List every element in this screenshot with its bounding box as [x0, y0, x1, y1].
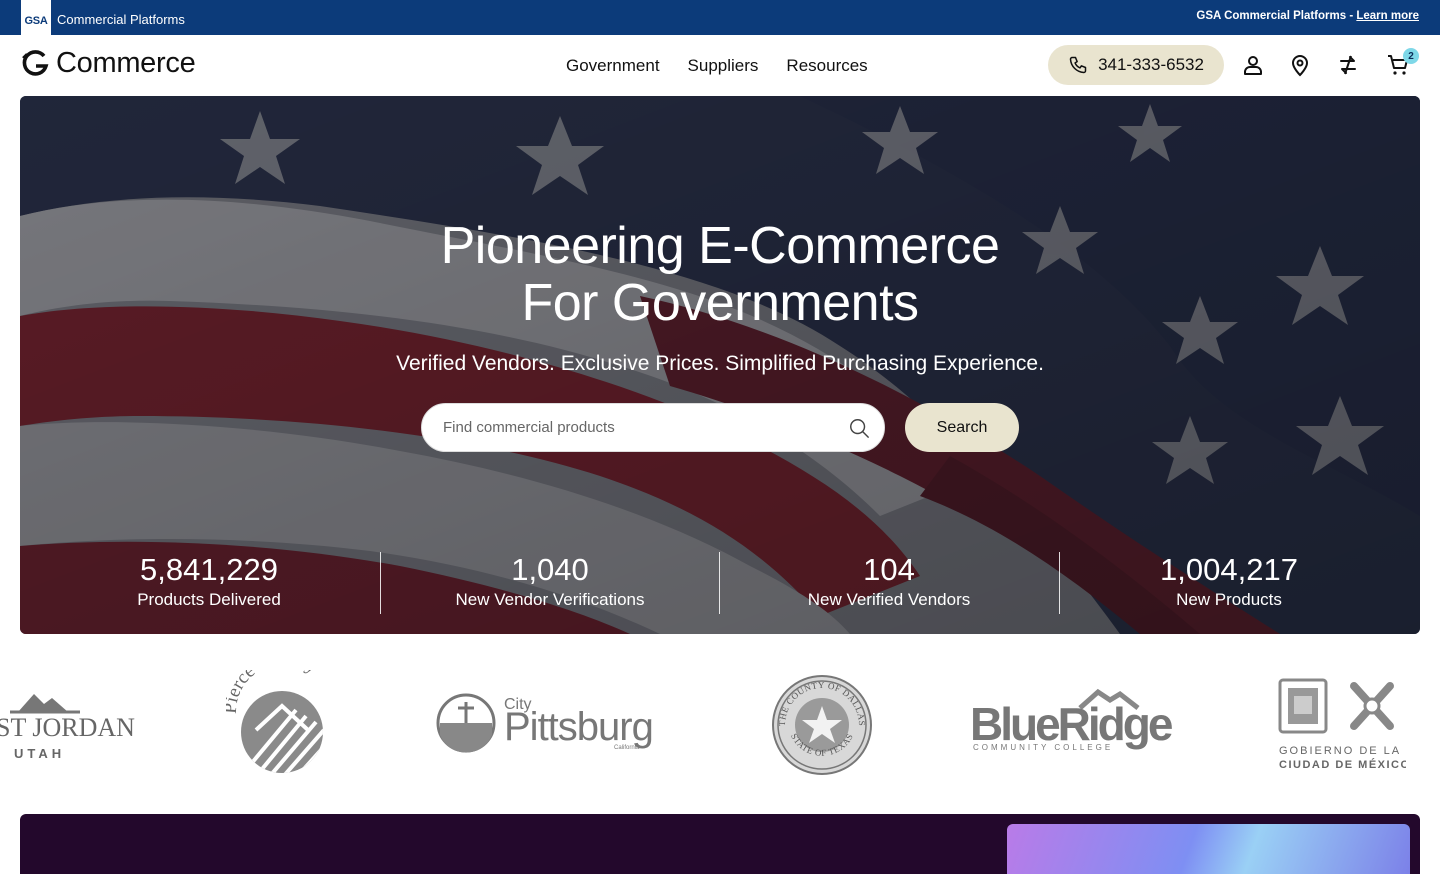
- cart-count-badge: 2: [1403, 48, 1419, 64]
- cdmx-logo: GOBIERNO DE LA CIUDAD DE MÉXICO: [1278, 678, 1406, 771]
- user-icon[interactable]: [1241, 53, 1265, 77]
- gsa-logo[interactable]: GSA: [21, 0, 51, 35]
- nav-government[interactable]: Government: [552, 56, 674, 76]
- g-logo-icon: [22, 49, 49, 76]
- stat-value: 104: [863, 552, 915, 587]
- search-input[interactable]: [443, 419, 833, 436]
- search-box[interactable]: [421, 403, 885, 452]
- search-button[interactable]: Search: [905, 403, 1019, 452]
- west-jordan-logo: ST JORDAN UTAH: [0, 694, 135, 761]
- cdmx-line2: CIUDAD DE MÉXICO: [1279, 758, 1406, 771]
- pittsburg-name: Pittsburg: [504, 705, 653, 749]
- stat-products-delivered: 5,841,229 Products Delivered: [39, 552, 379, 612]
- cdmx-line1: GOBIERNO DE LA: [1279, 745, 1401, 757]
- phone-number: 341-333-6532: [1098, 55, 1204, 74]
- phone-icon: [1069, 56, 1087, 74]
- customer-logos-strip: ST JORDAN UTAH Pierce County City Pittsb…: [0, 664, 1440, 784]
- gsa-top-bar: GSA Commercial Platforms GSA Commercial …: [0, 0, 1440, 35]
- stat-label: New Vendor Verifications: [455, 590, 645, 609]
- hero-title-line2: For Governments: [521, 274, 919, 332]
- nav-resources[interactable]: Resources: [772, 56, 881, 76]
- gsa-platform-name: Commercial Platforms: [57, 11, 185, 27]
- brand-logo[interactable]: Commerce: [20, 47, 196, 80]
- learn-more-link[interactable]: Learn more: [1356, 10, 1419, 22]
- west-jordan-state: UTAH: [14, 746, 65, 761]
- stat-new-vendor-verifications: 1,040 New Vendor Verifications: [380, 552, 720, 612]
- stat-new-verified-vendors: 104 New Verified Vendors: [719, 552, 1059, 612]
- west-jordan-name: ST JORDAN: [0, 713, 135, 742]
- dallas-county-seal: THE COUNTY OF DALLAS STATE OF TEXAS: [772, 675, 872, 775]
- location-pin-icon[interactable]: [1288, 53, 1312, 77]
- stat-label: New Verified Vendors: [807, 590, 971, 609]
- stat-label: Products Delivered: [137, 590, 281, 609]
- gsa-notice: GSA Commercial Platforms - Learn more: [1196, 10, 1419, 22]
- hero-banner: Pioneering E-Commerce For Governments Ve…: [20, 96, 1420, 634]
- hero-title-line1: Pioneering E-Commerce: [440, 217, 1000, 275]
- exchange-icon[interactable]: [1336, 53, 1360, 77]
- promo-banner-image: [1007, 824, 1410, 874]
- site-header: Commerce Government Suppliers Resources …: [0, 35, 1440, 96]
- pittsburg-state: California: [614, 745, 640, 751]
- brand-name: Commerce: [56, 47, 196, 79]
- blueridge-logo: BlueRidge COMMUNITY COLLEGE: [970, 688, 1176, 752]
- stat-value: 1,004,217: [1160, 552, 1298, 587]
- main-nav: Government Suppliers Resources: [552, 56, 882, 76]
- pittsburg-logo: City Pittsburg California: [436, 693, 654, 753]
- phone-button[interactable]: 341-333-6532: [1048, 45, 1224, 85]
- promo-banner: [20, 814, 1420, 874]
- search-icon[interactable]: [848, 417, 870, 439]
- stat-value: 1,040: [511, 552, 589, 587]
- nav-suppliers[interactable]: Suppliers: [674, 56, 773, 76]
- stat-label: New Products: [1176, 590, 1282, 609]
- stat-new-products: 1,004,217 New Products: [1059, 552, 1399, 612]
- pierce-county-logo: Pierce County: [226, 670, 323, 773]
- stat-value: 5,841,229: [140, 552, 278, 587]
- blueridge-sub: COMMUNITY COLLEGE: [973, 743, 1113, 752]
- hero-subtitle: Verified Vendors. Exclusive Prices. Simp…: [396, 352, 1044, 375]
- gsa-notice-text: GSA Commercial Platforms -: [1196, 10, 1357, 22]
